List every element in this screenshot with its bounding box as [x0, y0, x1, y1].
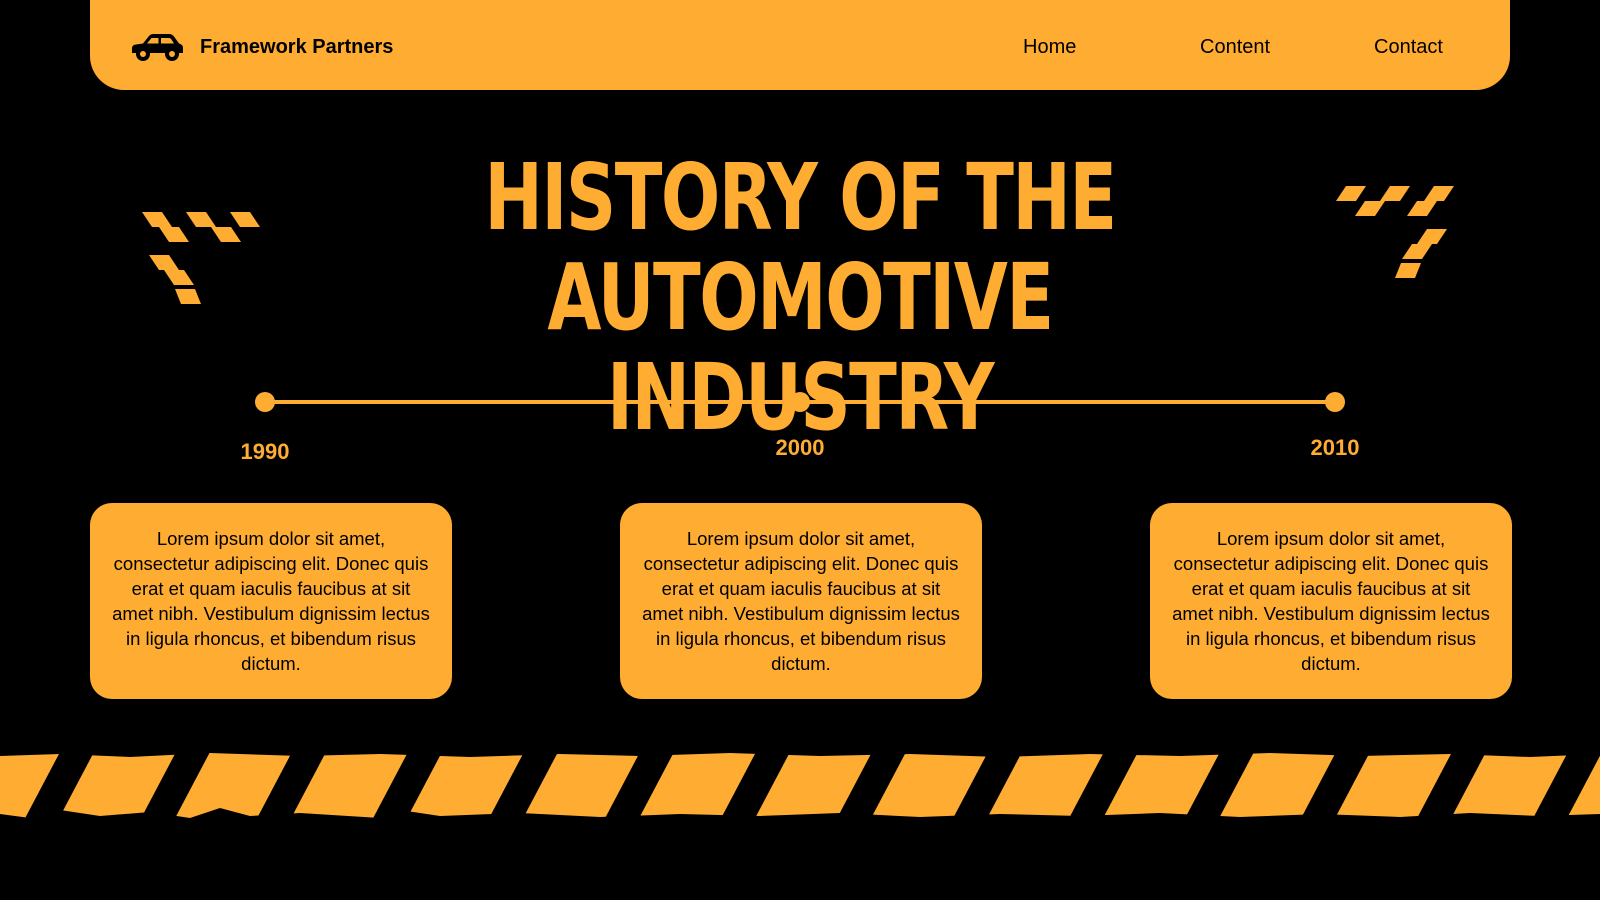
nav-link-content[interactable]: Content	[1200, 32, 1270, 62]
title-line-1: HISTORY OF THE	[484, 144, 1117, 251]
timeline-year-2000: 2000	[775, 435, 825, 460]
timeline-dot	[255, 392, 275, 412]
timeline-year-2010: 2010	[1310, 435, 1360, 460]
timeline-dot	[790, 392, 810, 412]
timeline-card: Lorem ipsum dolor sit amet, consectetur …	[1150, 503, 1512, 699]
card-text: Lorem ipsum dolor sit amet, consectetur …	[1172, 528, 1490, 674]
top-navbar: Framework Partners Home Content Contact	[90, 0, 1510, 90]
timeline-card: Lorem ipsum dolor sit amet, consectetur …	[90, 503, 452, 699]
car-icon	[128, 31, 186, 63]
card-text: Lorem ipsum dolor sit amet, consectetur …	[112, 528, 430, 674]
timeline-dot	[1325, 392, 1345, 412]
brand[interactable]: Framework Partners	[128, 30, 393, 64]
card-text: Lorem ipsum dolor sit amet, consectetur …	[642, 528, 960, 674]
timeline-year-1990: 1990	[240, 439, 290, 464]
checkered-flag-icon-right	[1336, 186, 1454, 278]
title-line-2: AUTOMOTIVE INDUSTRY	[547, 244, 1054, 448]
hazard-stripe-tape	[0, 753, 1600, 818]
timeline-card: Lorem ipsum dolor sit amet, consectetur …	[620, 503, 982, 699]
nav-link-home[interactable]: Home	[1023, 32, 1076, 62]
nav-link-contact[interactable]: Contact	[1374, 32, 1443, 62]
checkered-flag-icon-left	[142, 212, 260, 304]
brand-name: Framework Partners	[200, 36, 394, 58]
